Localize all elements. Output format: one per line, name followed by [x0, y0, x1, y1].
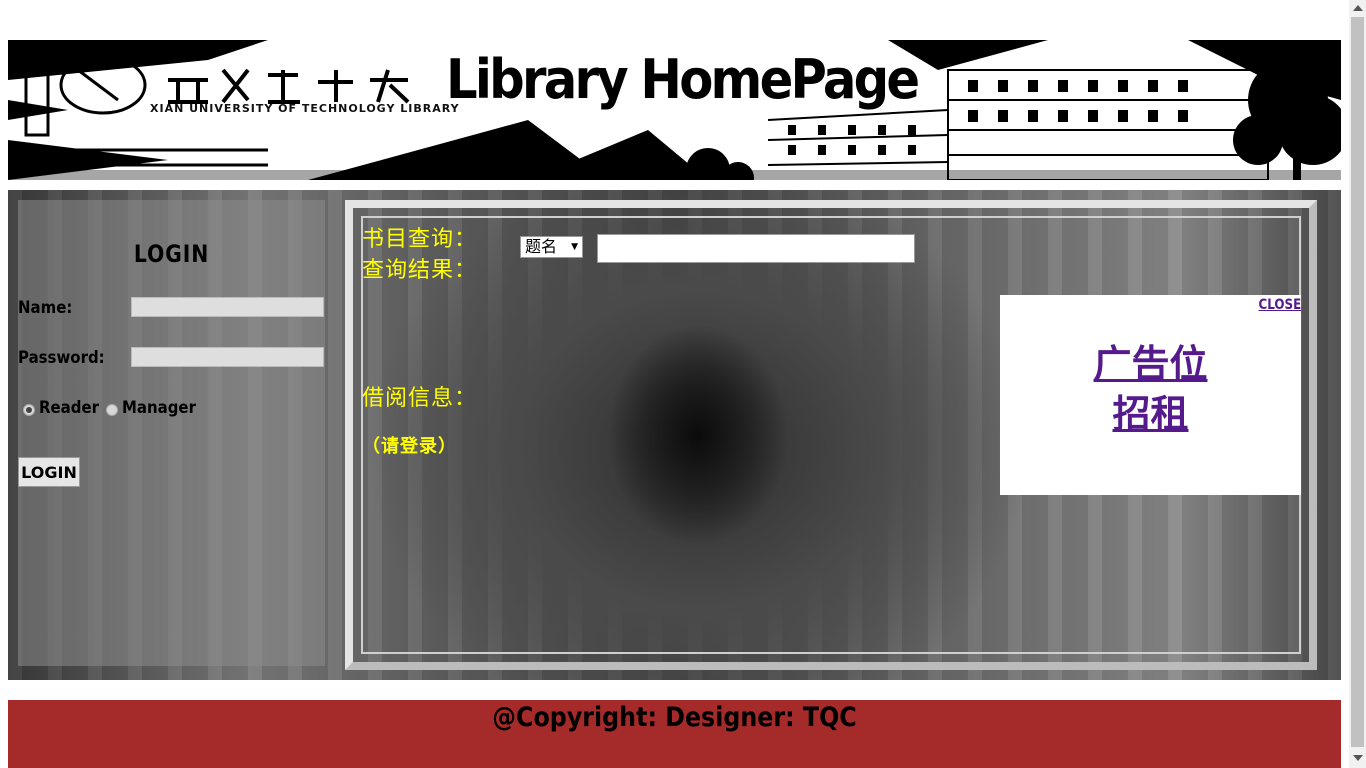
- password-label: Password:: [18, 348, 105, 368]
- search-input[interactable]: [597, 234, 915, 263]
- reader-radio-label: Reader: [39, 398, 100, 418]
- search-field-select[interactable]: 题名 ▼: [520, 236, 583, 258]
- catalog-search-label: 书目查询：: [362, 227, 478, 252]
- header-banner: XIAN UNIVERSITY OF TECHNOLOGY LIBRARY Li…: [8, 40, 1341, 180]
- query-results-label: 查询结果：: [362, 258, 478, 283]
- scrollbar-thumb[interactable]: [1351, 17, 1364, 747]
- ad-box: CLOSE 广告位 招租: [1000, 295, 1301, 495]
- footer: @Copyright: Designer: TQC: [8, 700, 1341, 768]
- ad-text-line2[interactable]: 招租: [1000, 383, 1301, 438]
- name-label: Name:: [18, 298, 73, 318]
- vertical-scrollbar[interactable]: [1349, 0, 1366, 768]
- main-content: LOGIN Name: Password: Reader Manager LOG…: [8, 190, 1341, 680]
- library-logo-text: XIAN UNIVERSITY OF TECHNOLOGY LIBRARY: [150, 102, 460, 115]
- name-input[interactable]: [131, 297, 324, 317]
- password-input[interactable]: [131, 347, 324, 367]
- chevron-down-icon: ▼: [571, 242, 578, 252]
- ad-close-link[interactable]: CLOSE: [1258, 297, 1301, 313]
- search-field-selected: 题名: [525, 237, 558, 256]
- login-title: LOGIN: [133, 240, 210, 268]
- manager-radio-label: Manager: [122, 398, 196, 418]
- login-prompt: （请登录）: [362, 436, 457, 457]
- login-panel: LOGIN Name: Password: Reader Manager LOG…: [18, 200, 325, 666]
- scroll-down-arrow-icon[interactable]: [1353, 755, 1363, 761]
- borrow-info-label: 借阅信息：: [362, 386, 478, 411]
- login-button[interactable]: LOGIN: [18, 457, 80, 487]
- reader-radio[interactable]: [23, 404, 35, 416]
- ad-text-line1[interactable]: 广告位: [1000, 333, 1301, 388]
- copyright-text: @Copyright: Designer: TQC: [492, 702, 857, 733]
- manager-radio[interactable]: [106, 404, 118, 416]
- page-title: Library HomePage: [446, 48, 920, 111]
- scroll-up-arrow-icon[interactable]: [1353, 5, 1363, 11]
